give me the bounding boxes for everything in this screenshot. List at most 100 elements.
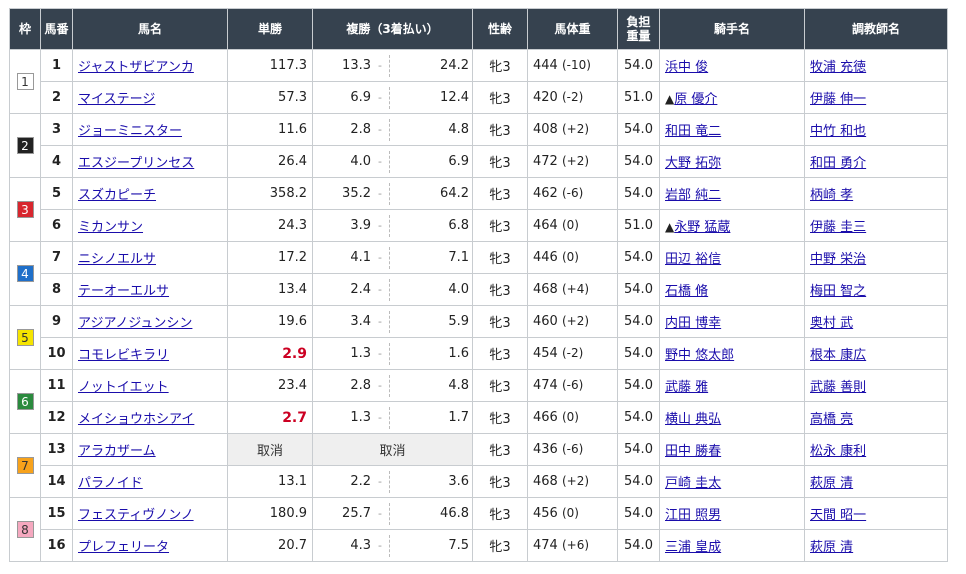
jockey-link[interactable]: 岩部 純二 [665,188,721,203]
place-odds-cell: 2.8- 4.8 [312,369,473,402]
horse-name-link[interactable]: ミカンサン [78,220,143,235]
place-odds-cell: 4.1- 7.1 [312,241,473,274]
body-weight-cell: 462 (-6) [527,177,618,210]
waku-cell: 7 [9,433,41,498]
trainer-link[interactable]: 武藤 善則 [810,380,866,395]
body-weight-value: 436 [533,442,558,457]
horse-name-link[interactable]: エスジープリンセス [78,156,194,171]
body-weight-cell: 468 (+4) [527,273,618,306]
horse-name-link[interactable]: ジャストザビアンカ [78,60,194,75]
horse-name-link[interactable]: ジョーミニスター [78,124,182,139]
jockey-link[interactable]: 原 優介 [674,92,717,107]
trainer-link[interactable]: 中野 栄治 [810,252,866,267]
jockey-link[interactable]: 野中 悠太郎 [665,348,734,363]
trainer-link[interactable]: 伊藤 伸一 [810,92,866,107]
trainer-link[interactable]: 松永 康利 [810,444,866,459]
body-weight-cell: 464 (0) [527,209,618,242]
jockey-link[interactable]: 江田 照男 [665,508,721,523]
place-odds-high: 12.4 [440,90,469,105]
horse-name-link[interactable]: プレフェリータ [78,540,169,555]
place-odds-low: 3.4 [350,314,371,329]
table-row: 2 マイステージ 57.3 6.9-12.4 牝3 420 (-2) 51.0 ▲原 優介 伊藤… [10,81,948,114]
win-odds-cell: 19.6 [227,305,313,338]
trainer-link[interactable]: 高橋 亮 [810,412,853,427]
trainer-link[interactable]: 奥村 武 [810,316,853,331]
horse-name-link[interactable]: パラノイド [78,476,143,491]
trainer-link[interactable]: 柄崎 孝 [810,188,853,203]
jockey-link[interactable]: 三浦 皇成 [665,540,721,555]
umaban-cell: 3 [40,113,73,146]
horse-name-link[interactable]: テーオーエルサ [78,284,169,299]
body-weight-diff: (+4) [561,282,590,296]
carried-weight-cell: 54.0 [617,49,660,82]
jockey-link[interactable]: 戸崎 圭太 [665,476,721,491]
waku-badge: 5 [16,329,34,346]
body-weight-value: 408 [533,122,558,137]
jockey-link[interactable]: 内田 博幸 [665,316,721,331]
trainer-link[interactable]: 伊藤 圭三 [810,220,866,235]
sex-age-cell: 牝3 [472,273,528,306]
header-place: 複勝（3着払い） [312,8,473,50]
body-weight-cell: 454 (-2) [527,337,618,370]
body-weight-diff: (0) [561,218,579,232]
horse-name-link[interactable]: フェスティヴノンノ [78,508,194,523]
horse-name-link[interactable]: スズカピーチ [78,188,156,203]
horse-name-cell: アラカザーム [72,433,228,466]
jockey-link[interactable]: 永野 猛蔵 [674,220,730,235]
trainer-cell: 高橋 亮 [804,401,948,434]
trainer-link[interactable]: 萩原 清 [810,476,853,491]
jockey-link[interactable]: 石橋 脩 [665,284,708,299]
jockey-link[interactable]: 田中 勝春 [665,444,721,459]
jockey-link[interactable]: 武藤 雅 [665,380,708,395]
jockey-cell: 和田 竜二 [659,113,805,146]
carried-weight-cell: 54.0 [617,273,660,306]
place-odds-cell: 35.2- 64.2 [312,177,473,210]
jockey-link[interactable]: 大野 拓弥 [665,156,721,171]
place-odds-separator: - [371,342,390,365]
horse-name-link[interactable]: アラカザーム [78,444,156,459]
sex-age-cell: 牝3 [472,113,528,146]
umaban-cell: 7 [40,241,73,274]
waku-cell: 1 [9,49,41,114]
carried-weight-cell: 54.0 [617,145,660,178]
trainer-link[interactable]: 天間 昭一 [810,508,866,523]
place-odds-low: 2.8 [350,378,371,393]
table-row: 8 テーオーエルサ 13.4 2.4-4.0 牝3 468 (+4) 54.0 石橋 脩梅田 … [10,273,948,306]
header-waku: 枠 [9,8,41,50]
horse-name-link[interactable]: コモレビキラリ [78,348,169,363]
trainer-link[interactable]: 中竹 和也 [810,124,866,139]
trainer-cell: 中竹 和也 [804,113,948,146]
trainer-link[interactable]: 根本 康広 [810,348,866,363]
body-weight-diff: (+2) [561,314,590,328]
sex-age-cell: 牝3 [472,177,528,210]
horse-name-link[interactable]: ノットイエット [78,380,169,395]
horse-name-link[interactable]: ニシノエルサ [78,252,156,267]
place-odds-low: 4.1 [350,250,371,265]
win-odds-cell: 13.4 [227,273,313,306]
trainer-link[interactable]: 梅田 智之 [810,284,866,299]
jockey-link[interactable]: 浜中 俊 [665,60,708,75]
place-odds-cell: 6.9- 12.4 [312,81,473,114]
umaban-cell: 12 [40,401,73,434]
umaban-cell: 11 [40,369,73,402]
trainer-link[interactable]: 牧浦 充徳 [810,60,866,75]
body-weight-value: 468 [533,282,558,297]
jockey-link[interactable]: 田辺 裕信 [665,252,721,267]
horse-name-link[interactable]: アジアノジュンシン [78,316,192,331]
trainer-link[interactable]: 萩原 清 [810,540,853,555]
jockey-link[interactable]: 和田 竜二 [665,124,721,139]
horse-name-link[interactable]: マイステージ [78,92,155,107]
jockey-link[interactable]: 横山 典弘 [665,412,721,427]
body-weight-value: 462 [533,186,558,201]
sex-age-cell: 牝3 [472,497,528,530]
trainer-link[interactable]: 和田 勇介 [810,156,866,171]
place-odds-cell: 3.4- 5.9 [312,305,473,338]
horse-name-link[interactable]: メイショウホシアイ [78,412,194,427]
body-weight-cell: 468 (+2) [527,465,618,498]
place-odds-separator: - [371,214,390,237]
umaban-cell: 8 [40,273,73,306]
trainer-cell: 伊藤 伸一 [804,81,948,114]
body-weight-value: 456 [533,506,558,521]
table-row: 6 11 ノットイエット 23.4 2.8-4.8 牝3 474 (-6) 54.0 武藤 雅武… [9,369,948,434]
body-weight-cell: 474 (-6) [527,369,618,402]
